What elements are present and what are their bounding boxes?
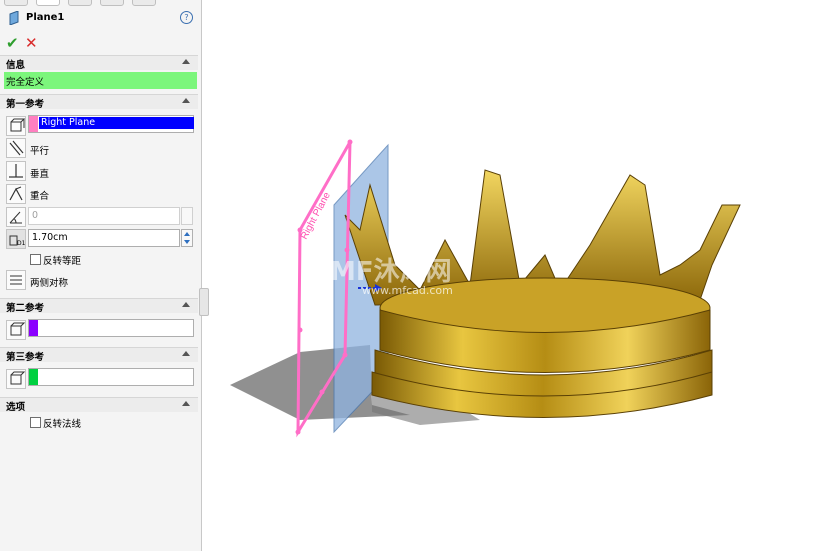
first-reference-header-label: 第一参考 — [6, 99, 45, 110]
reference-entity-icon — [6, 116, 26, 136]
angle-value: 0 — [32, 210, 39, 221]
parallel-label: 平行 — [30, 146, 50, 157]
status-bar: 完全定义 — [4, 72, 197, 89]
flip-offset-checkbox[interactable] — [30, 254, 41, 265]
selection-color-swatch — [29, 320, 38, 336]
second-reference-header[interactable]: 第二参考 — [0, 298, 198, 314]
perpendicular-button[interactable] — [6, 161, 26, 181]
status-text: 完全定义 — [6, 77, 45, 88]
flip-normal-checkbox[interactable] — [30, 417, 41, 428]
offset-distance-value: 1.70cm — [32, 232, 68, 243]
selection-color-swatch — [29, 116, 38, 132]
third-reference-selection-box[interactable] — [28, 368, 194, 386]
flip-normal-label: 反转法线 — [43, 419, 82, 430]
offset-distance-input[interactable]: 1.70cm — [28, 229, 180, 247]
flip-offset-label: 反转等距 — [43, 256, 82, 267]
reference-entity-icon — [6, 320, 26, 340]
offset-distance-spinner[interactable] — [181, 229, 193, 247]
info-section-header[interactable]: 信息 — [0, 55, 198, 71]
angle-button[interactable] — [6, 207, 26, 227]
parallel-button[interactable] — [6, 138, 26, 158]
svg-text:D1: D1 — [17, 240, 25, 247]
tab-display-manager[interactable] — [132, 0, 156, 6]
ok-button[interactable]: ✔ — [6, 34, 19, 52]
property-manager-panel: Plane1 ? ✔ ✕ 信息 完全定义 第一参考 Right Plane 平行… — [0, 0, 209, 551]
cancel-button[interactable]: ✕ — [25, 34, 38, 52]
plane-preview-label: Right Plane — [299, 190, 333, 241]
first-reference-value: Right Plane — [39, 117, 194, 129]
help-button[interactable]: ? — [180, 11, 193, 24]
collapse-caret-icon — [182, 351, 190, 356]
coincident-label: 重合 — [30, 191, 50, 202]
feature-title: Plane1 — [26, 12, 65, 23]
second-reference-header-label: 第二参考 — [6, 303, 45, 314]
first-reference-header[interactable]: 第一参考 — [0, 94, 198, 110]
tab-feature-manager[interactable] — [4, 0, 28, 6]
watermark-url: www.mfcad.com — [362, 284, 453, 297]
spinner-arrows-icon — [184, 232, 190, 244]
reference-entity-icon — [6, 369, 26, 389]
third-reference-header-label: 第三参考 — [6, 352, 45, 363]
info-header-label: 信息 — [6, 60, 26, 71]
collapse-caret-icon — [182, 59, 190, 64]
model-view[interactable]: Right Plane MF沐风网 www.mfcad.com — [202, 0, 820, 551]
angle-input[interactable]: 0 — [28, 207, 180, 225]
collapse-caret-icon — [182, 302, 190, 307]
collapse-caret-icon — [182, 401, 190, 406]
coincident-button[interactable] — [6, 184, 26, 204]
options-header-label: 选项 — [6, 402, 26, 413]
graphics-area[interactable]: Right Plane MF沐风网 www.mfcad.com — [202, 0, 820, 551]
mid-plane-label: 两侧对称 — [30, 278, 69, 289]
watermark-logo: MF沐风网 — [330, 257, 452, 287]
mid-plane-button[interactable] — [6, 270, 26, 290]
perpendicular-label: 垂直 — [30, 169, 50, 180]
second-reference-selection-box[interactable] — [28, 319, 194, 337]
help-icon: ? — [184, 13, 189, 22]
angle-spinner[interactable] — [181, 207, 193, 225]
plane-feature-icon — [9, 11, 19, 25]
options-section-header[interactable]: 选项 — [0, 397, 198, 413]
tab-configuration-manager[interactable] — [68, 0, 92, 6]
collapse-caret-icon — [182, 98, 190, 103]
first-reference-selection-box[interactable]: Right Plane — [28, 115, 194, 133]
panel-tab-strip — [0, 0, 201, 6]
offset-distance-button[interactable]: D1 — [6, 229, 26, 249]
tab-property-manager[interactable] — [36, 0, 60, 6]
third-reference-header[interactable]: 第三参考 — [0, 347, 198, 363]
selection-color-swatch — [29, 369, 38, 385]
tab-dimxpert[interactable] — [100, 0, 124, 6]
